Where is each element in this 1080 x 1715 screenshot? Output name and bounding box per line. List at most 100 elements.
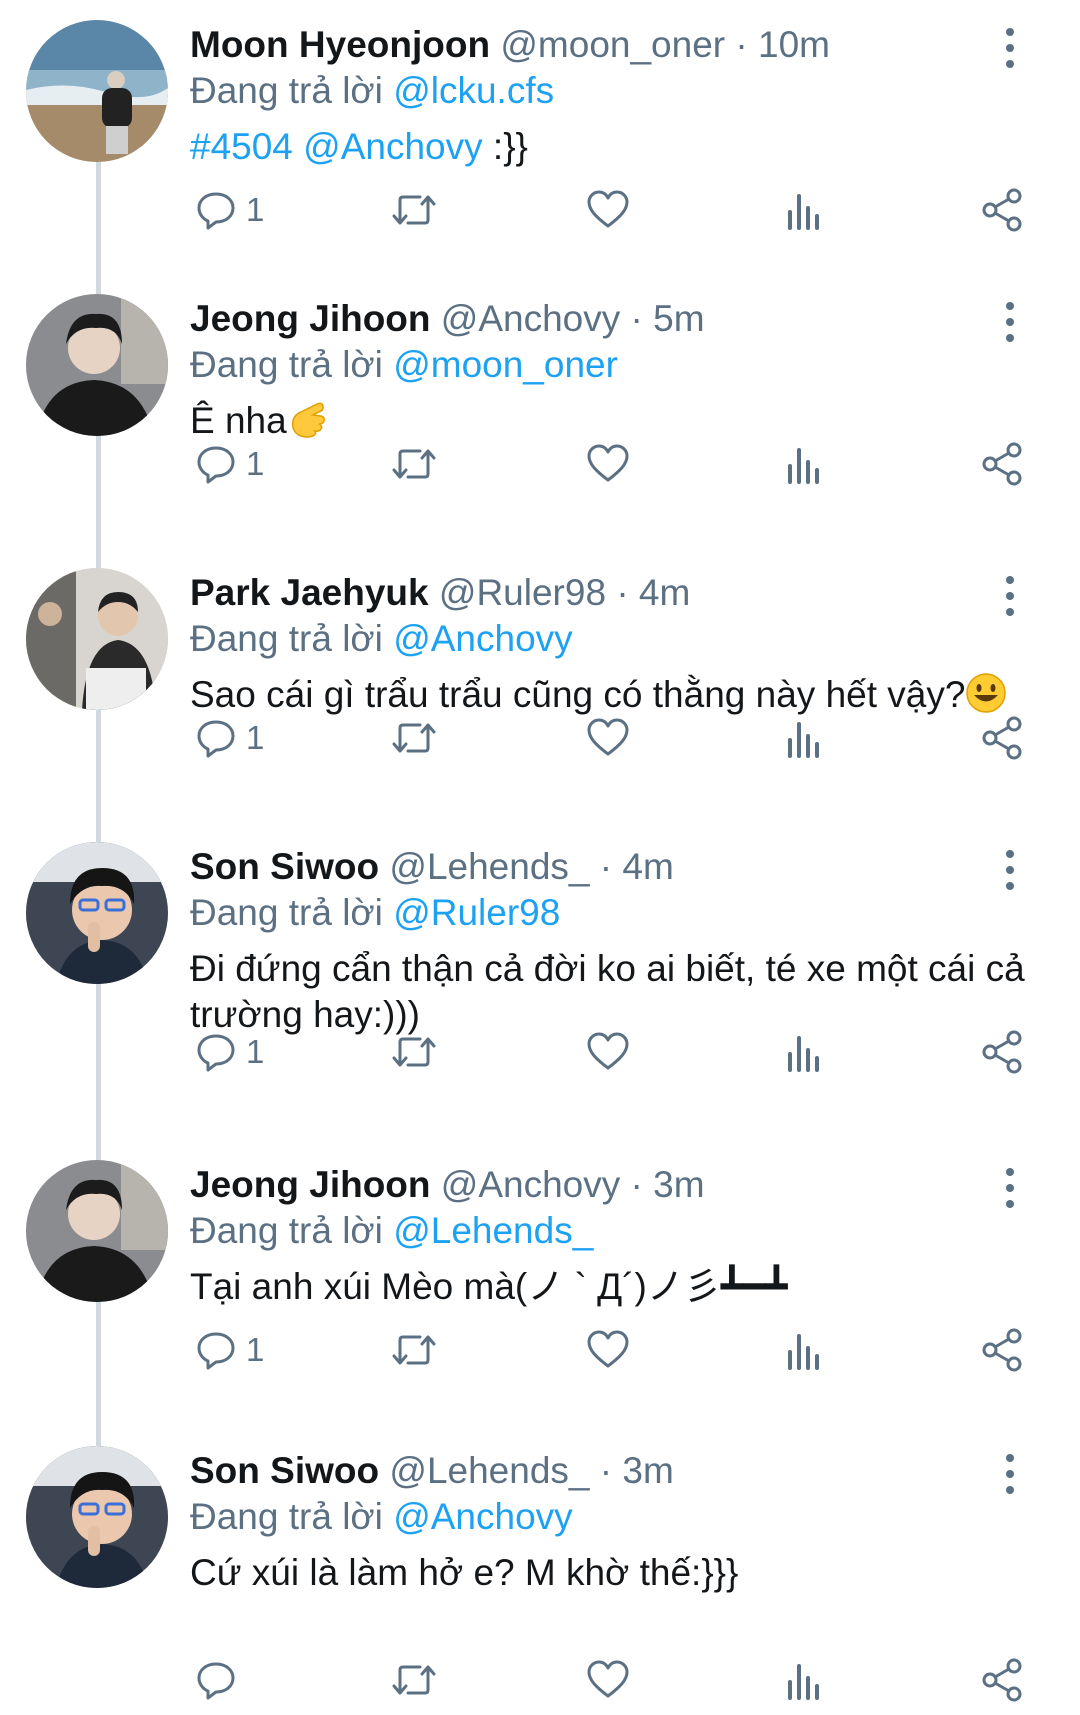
user-handle[interactable]: @Anchovy — [441, 1164, 620, 1205]
replying-to-label: Đang trả lời — [190, 892, 383, 933]
reply-button[interactable]: 1 — [196, 1320, 264, 1380]
retweet-button[interactable] — [390, 1022, 438, 1082]
avatar[interactable] — [26, 1160, 168, 1302]
share-icon — [982, 1658, 1022, 1702]
like-button[interactable] — [586, 1650, 630, 1710]
user-handle[interactable]: @Lehends_ — [389, 1450, 589, 1491]
user-handle[interactable]: @moon_oner — [500, 24, 725, 65]
like-icon — [587, 444, 629, 482]
more-options-icon[interactable] — [1000, 848, 1020, 892]
tweet-actions: 1 — [0, 708, 1080, 768]
thread-line — [96, 1120, 101, 1160]
tweet-header: Son Siwoo @Lehends_ · 4m — [190, 844, 674, 890]
timestamp[interactable]: 3m — [653, 1164, 704, 1205]
retweet-icon — [392, 449, 436, 479]
share-icon — [982, 442, 1022, 486]
replying-to-label: Đang trả lời — [190, 1210, 383, 1251]
user-handle[interactable]: @Ruler98 — [439, 572, 606, 613]
display-name[interactable]: Jeong Jihoon — [190, 298, 431, 339]
replying-to: Đang trả lời @Lehends_ — [190, 1208, 593, 1254]
analytics-icon — [788, 722, 819, 758]
share-button[interactable] — [980, 708, 1024, 768]
share-button[interactable] — [980, 1650, 1024, 1710]
like-button[interactable] — [586, 434, 630, 494]
replying-to: Đang trả lời @moon_oner — [190, 342, 618, 388]
display-name[interactable]: Son Siwoo — [190, 846, 379, 887]
tweet-jeong-jihoon[interactable]: Jeong Jihoon @Anchovy · 3m Đang trả lời … — [0, 1120, 1080, 1414]
retweet-button[interactable] — [390, 180, 438, 240]
avatar[interactable] — [26, 1446, 168, 1588]
display-name[interactable]: Park Jaehyuk — [190, 572, 429, 613]
user-handle[interactable]: @Anchovy — [441, 298, 620, 339]
retweet-button[interactable] — [390, 708, 438, 768]
replying-to-mention[interactable]: @Anchovy — [393, 1496, 572, 1537]
timestamp[interactable]: 10m — [758, 24, 830, 65]
timestamp[interactable]: 4m — [622, 846, 673, 887]
tweet-park-jaehyuk[interactable]: Park Jaehyuk @Ruler98 · 4m Đang trả lời … — [0, 528, 1080, 810]
reply-button[interactable] — [196, 1650, 246, 1710]
replying-to-label: Đang trả lời — [190, 70, 383, 111]
avatar[interactable] — [26, 294, 168, 436]
thread-line — [96, 802, 101, 842]
more-options-icon[interactable] — [1000, 1452, 1020, 1496]
share-button[interactable] — [980, 1022, 1024, 1082]
tweet-actions — [0, 1650, 1080, 1710]
replying-to-label: Đang trả lời — [190, 1496, 383, 1537]
more-options-icon[interactable] — [1000, 26, 1020, 70]
reply-button[interactable]: 1 — [196, 708, 264, 768]
reply-button[interactable]: 1 — [196, 180, 264, 240]
more-options-icon[interactable] — [1000, 300, 1020, 344]
replying-to-mention[interactable]: @Lehends_ — [393, 1210, 593, 1251]
like-icon — [587, 190, 629, 228]
timestamp[interactable]: 3m — [622, 1450, 673, 1491]
retweet-button[interactable] — [390, 434, 438, 494]
replying-to-mention[interactable]: @moon_oner — [393, 344, 618, 385]
user-handle[interactable]: @Lehends_ — [389, 846, 589, 887]
avatar[interactable] — [26, 20, 168, 162]
replying-to-mention[interactable]: @Anchovy — [393, 618, 572, 659]
reply-button[interactable]: 1 — [196, 1022, 264, 1082]
replying-to-mention[interactable]: @lcku.cfs — [393, 70, 554, 111]
display-name[interactable]: Jeong Jihoon — [190, 1164, 431, 1205]
separator-dot: · — [599, 846, 613, 887]
analytics-button[interactable] — [786, 1320, 822, 1380]
retweet-button[interactable] — [390, 1320, 438, 1380]
like-button[interactable] — [586, 1320, 630, 1380]
timestamp[interactable]: 5m — [653, 298, 704, 339]
display-name[interactable]: Moon Hyeonjoon — [190, 24, 490, 65]
like-button[interactable] — [586, 708, 630, 768]
timestamp[interactable]: 4m — [639, 572, 690, 613]
analytics-button[interactable] — [786, 708, 822, 768]
share-button[interactable] — [980, 434, 1024, 494]
share-button[interactable] — [980, 1320, 1024, 1380]
like-button[interactable] — [586, 180, 630, 240]
retweet-icon — [392, 195, 436, 225]
share-button[interactable] — [980, 180, 1024, 240]
tweet-hashtag-mention[interactable]: #4504 @Anchovy — [190, 126, 483, 167]
tweet-moon-hyeonjoon[interactable]: Moon Hyeonjoon @moon_oner · 10m Đang trả… — [0, 0, 1080, 262]
retweet-icon — [392, 723, 436, 753]
analytics-button[interactable] — [786, 1650, 822, 1710]
reply-count: 1 — [246, 445, 265, 482]
like-button[interactable] — [586, 1022, 630, 1082]
tweet-jeong-jihoon[interactable]: Jeong Jihoon @Anchovy · 5m Đang trả lời … — [0, 254, 1080, 536]
reply-count: 1 — [246, 1331, 265, 1368]
analytics-button[interactable] — [786, 1022, 822, 1082]
more-options-icon[interactable] — [1000, 574, 1020, 618]
display-name[interactable]: Son Siwoo — [190, 1450, 379, 1491]
retweet-button[interactable] — [390, 1650, 438, 1710]
avatar[interactable] — [26, 842, 168, 984]
separator-dot: · — [616, 572, 629, 613]
tweet-header: Jeong Jihoon @Anchovy · 3m — [190, 1162, 705, 1208]
avatar[interactable] — [26, 568, 168, 710]
replying-to-label: Đang trả lời — [190, 618, 383, 659]
reply-button[interactable]: 1 — [196, 434, 264, 494]
reply-count: 1 — [246, 1033, 265, 1070]
tweet-son-siwoo[interactable]: Son Siwoo @Lehends_ · 3m Đang trả lời @A… — [0, 1406, 1080, 1715]
analytics-button[interactable] — [786, 180, 822, 240]
tweet-son-siwoo[interactable]: Son Siwoo @Lehends_ · 4m Đang trả lời @R… — [0, 802, 1080, 1128]
analytics-button[interactable] — [786, 434, 822, 494]
more-options-icon[interactable] — [1000, 1166, 1020, 1210]
like-icon — [587, 1032, 629, 1070]
replying-to-mention[interactable]: @Ruler98 — [393, 892, 560, 933]
